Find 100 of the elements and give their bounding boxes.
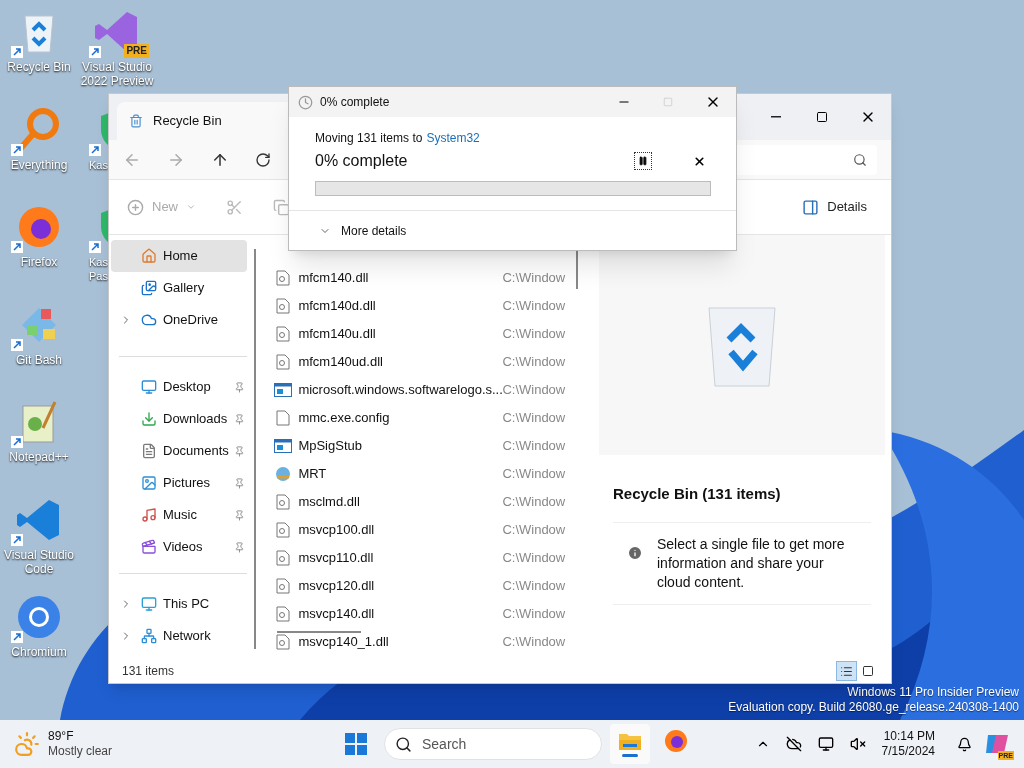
- file-row[interactable]: MRT C:\Window: [273, 460, 589, 488]
- window-app-icon: [274, 383, 293, 397]
- details-button[interactable]: Details: [802, 197, 867, 217]
- file-row[interactable]: mfcm140d.dll C:\Window: [273, 292, 589, 320]
- sidebar-item[interactable]: Home: [111, 240, 248, 272]
- minimize-icon: [771, 116, 781, 118]
- network-icon: [141, 628, 157, 644]
- shortcut-arrow-icon: [89, 46, 101, 58]
- caret-icon: [186, 202, 196, 212]
- copy-icon[interactable]: [273, 198, 290, 216]
- details-info-text: Select a single file to get more information and share your cloud content.: [657, 534, 846, 592]
- gear-document-icon: [276, 354, 291, 370]
- fox-globe-icon: [664, 729, 688, 753]
- browser-circle-icon: [15, 593, 63, 641]
- gear-document-icon: [276, 522, 291, 538]
- gear-document-icon: [276, 606, 291, 622]
- side-panel-icon: [802, 198, 820, 216]
- window-app-icon: [274, 439, 293, 453]
- file-row[interactable]: msvcp100.dll C:\Window: [273, 516, 589, 544]
- cloud-off-icon[interactable]: [785, 736, 802, 752]
- sidebar-item[interactable]: Music: [111, 499, 248, 531]
- sidebar-item[interactable]: Network: [111, 620, 248, 652]
- monitor-icon[interactable]: [817, 736, 834, 752]
- folder-icon: [618, 731, 642, 751]
- search-icon: [853, 152, 867, 167]
- sidebar-item[interactable]: Pictures: [111, 467, 248, 499]
- sidebar-item[interactable]: Gallery: [111, 272, 248, 304]
- more-details-button[interactable]: More details: [319, 221, 407, 240]
- watermark-text: Windows 11 Pro Insider Preview: [847, 685, 1019, 700]
- computer-icon: [141, 596, 157, 612]
- temperature-text[interactable]: 89°F: [48, 729, 112, 744]
- clock-time[interactable]: 10:14 PM: [883, 729, 935, 744]
- gallery-icon: [141, 280, 157, 296]
- info-icon: [627, 544, 643, 561]
- clock-date[interactable]: 7/15/2024: [881, 744, 935, 759]
- shortcut-arrow-icon: [89, 241, 101, 253]
- download-icon: [141, 411, 157, 427]
- refresh-icon[interactable]: [255, 151, 271, 168]
- sidebar-item[interactable]: OneDrive: [111, 304, 248, 336]
- file-row[interactable]: mmc.exe.config C:\Window: [273, 404, 589, 432]
- details-view-button[interactable]: [836, 661, 857, 681]
- muted-speaker-icon[interactable]: [849, 736, 866, 752]
- sidebar-item[interactable]: Desktop: [111, 371, 248, 403]
- file-row[interactable]: msvcp120.dll C:\Window: [273, 572, 589, 600]
- square-icon: [861, 665, 874, 677]
- file-row[interactable]: MpSigStub C:\Window: [273, 432, 589, 460]
- gear-document-icon: [276, 270, 291, 286]
- pin-icon: [234, 445, 246, 457]
- file-row[interactable]: mfcm140.dll C:\Window: [273, 264, 589, 292]
- folder-taskbar-icon[interactable]: [610, 724, 650, 764]
- list-icon: [840, 664, 853, 678]
- gear-document-icon: [276, 326, 291, 342]
- file-row[interactable]: microsoft.windows.softwarelogo.s...C:\Window: [273, 376, 589, 404]
- sidebar-item[interactable]: Videos: [111, 531, 248, 563]
- file-row[interactable]: msvcp140.dll C:\Window: [273, 600, 589, 628]
- start-button-icon[interactable]: [344, 732, 368, 756]
- file-row[interactable]: msvcp140_1.dll C:\Window: [273, 628, 589, 656]
- taskbar-search-field[interactable]: Search: [384, 728, 602, 760]
- gear-document-icon: [276, 578, 291, 594]
- destination-link[interactable]: System32: [426, 129, 480, 147]
- pin-icon: [234, 541, 246, 553]
- progress-title: 0% complete: [315, 151, 409, 171]
- maximize-icon: [816, 111, 828, 123]
- pin-icon: [234, 509, 246, 521]
- search-icon: [395, 735, 412, 753]
- gear-document-icon: [276, 550, 291, 566]
- shortcut-arrow-icon: [11, 533, 23, 546]
- monitor-icon: [141, 379, 157, 395]
- pin-icon: [234, 477, 246, 489]
- shortcut-arrow-icon: [11, 436, 23, 448]
- weather-condition-text[interactable]: Mostly clear: [48, 744, 112, 759]
- watermark-text: Evaluation copy. Build 26080.ge_release.240308-1400: [728, 700, 1019, 715]
- sidebar-item[interactable]: Downloads: [111, 403, 248, 435]
- file-row[interactable]: mfcm140u.dll C:\Window: [273, 320, 589, 348]
- globe-window-icon: [274, 466, 293, 482]
- sidebar-item[interactable]: This PC: [111, 588, 248, 620]
- sidebar-item[interactable]: Documents: [111, 435, 248, 467]
- house-icon: [141, 248, 157, 264]
- pin-icon: [234, 381, 246, 393]
- document-icon: [141, 443, 157, 459]
- gear-document-icon: [276, 298, 291, 314]
- clock-icon: [298, 94, 313, 110]
- pause-button[interactable]: [634, 152, 652, 170]
- music-note-icon: [141, 507, 157, 523]
- file-row[interactable]: mfcm140ud.dll C:\Window: [273, 348, 589, 376]
- close-icon: [692, 154, 706, 168]
- shortcut-arrow-icon: [89, 143, 101, 156]
- shortcut-arrow-icon: [11, 631, 23, 643]
- video-icon: [141, 539, 157, 555]
- pin-icon: [234, 413, 246, 425]
- file-row[interactable]: msclmd.dll C:\Window: [273, 488, 589, 516]
- cloud-icon: [141, 312, 157, 328]
- picture-icon: [141, 475, 157, 491]
- status-text: 131 items: [122, 663, 176, 680]
- bell-icon[interactable]: [957, 736, 972, 752]
- recycle-bin-icon: [129, 114, 143, 128]
- blank-document-icon: [276, 410, 291, 426]
- shortcut-arrow-icon: [11, 143, 23, 156]
- plus-circle-icon: [127, 198, 144, 216]
- file-row[interactable]: msvcp110.dll C:\Window: [273, 544, 589, 572]
